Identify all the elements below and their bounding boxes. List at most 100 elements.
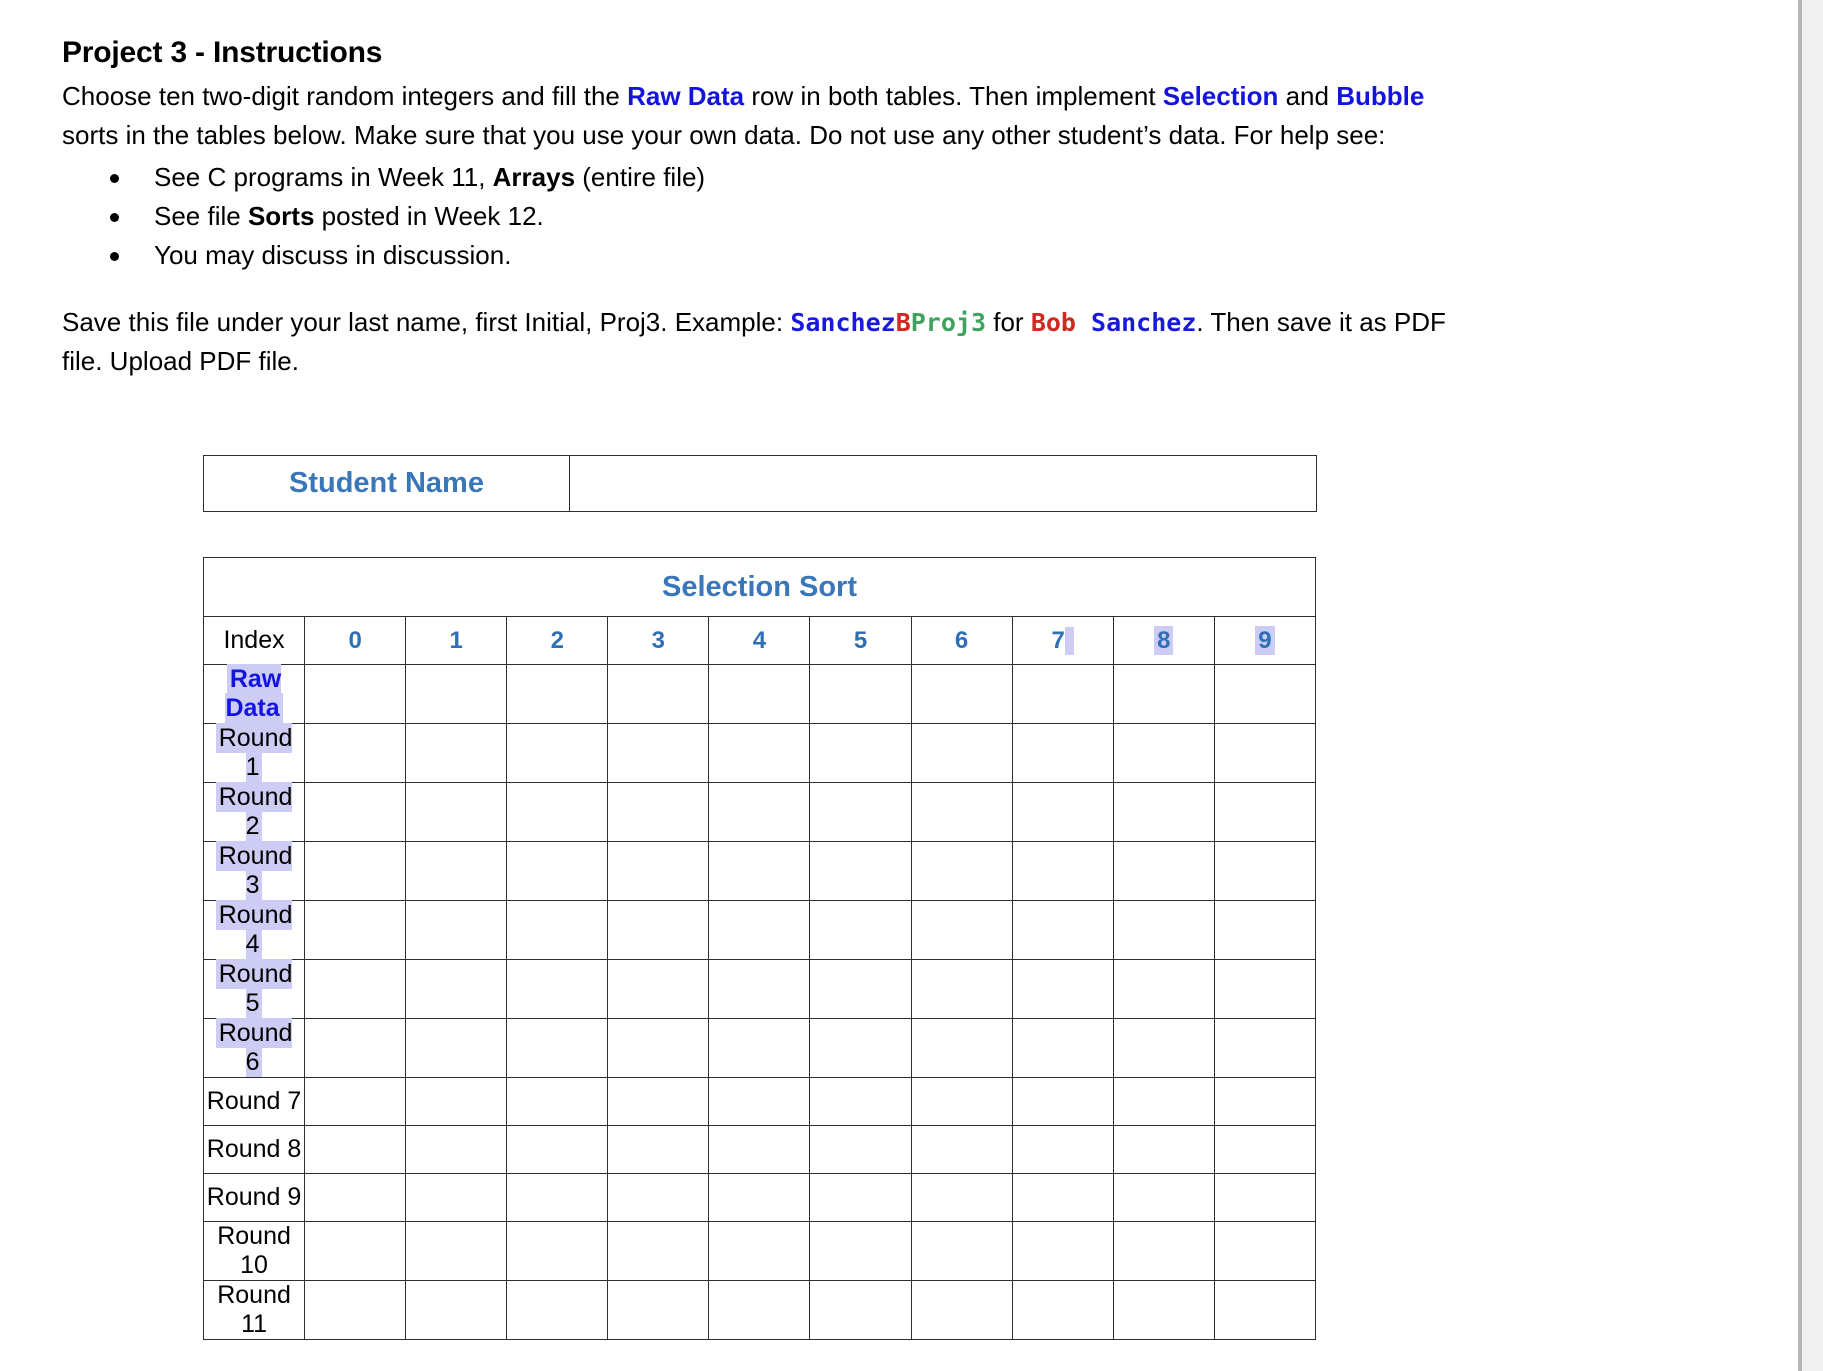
cell-round-5-2[interactable] (506, 959, 609, 1019)
cell-round-9-1[interactable] (405, 1173, 508, 1222)
cell-round-2-8[interactable] (1112, 782, 1215, 842)
cell-round-2-9[interactable] (1213, 782, 1317, 842)
cell-round-5-6[interactable] (910, 959, 1013, 1019)
cell-round-3-4[interactable] (708, 841, 811, 901)
cell-round-2-2[interactable] (506, 782, 609, 842)
vertical-scrollbar[interactable] (1802, 0, 1823, 1371)
cell-round-10-3[interactable] (607, 1221, 710, 1281)
document-page[interactable]: Project 3 - Instructions Choose ten two-… (0, 0, 1798, 1371)
cell-round-7-9[interactable] (1213, 1077, 1317, 1126)
cell-raw-data-3[interactable] (607, 664, 710, 724)
cell-round-5-8[interactable] (1112, 959, 1215, 1019)
cell-round-10-0[interactable] (304, 1221, 407, 1281)
cell-round-10-6[interactable] (910, 1221, 1013, 1281)
cell-round-4-5[interactable] (809, 900, 912, 960)
cell-round-7-6[interactable] (910, 1077, 1013, 1126)
cell-round-10-9[interactable] (1213, 1221, 1317, 1281)
cell-round-10-8[interactable] (1112, 1221, 1215, 1281)
cell-round-8-9[interactable] (1213, 1125, 1317, 1174)
cell-round-9-9[interactable] (1213, 1173, 1317, 1222)
cell-raw-data-1[interactable] (405, 664, 508, 724)
cell-round-10-7[interactable] (1011, 1221, 1114, 1281)
cell-raw-data-5[interactable] (809, 664, 912, 724)
cell-round-1-1[interactable] (405, 723, 508, 783)
cell-round-4-9[interactable] (1213, 900, 1317, 960)
cell-round-10-4[interactable] (708, 1221, 811, 1281)
cell-round-1-9[interactable] (1213, 723, 1317, 783)
cell-round-3-3[interactable] (607, 841, 710, 901)
cell-round-5-0[interactable] (304, 959, 407, 1019)
cell-round-11-1[interactable] (405, 1280, 508, 1340)
cell-round-1-7[interactable] (1011, 723, 1114, 783)
cell-round-5-9[interactable] (1213, 959, 1317, 1019)
cell-round-9-6[interactable] (910, 1173, 1013, 1222)
cell-round-10-2[interactable] (506, 1221, 609, 1281)
cell-round-11-6[interactable] (910, 1280, 1013, 1340)
cell-round-2-3[interactable] (607, 782, 710, 842)
cell-round-3-1[interactable] (405, 841, 508, 901)
student-name-input-cell[interactable] (569, 455, 1317, 512)
cell-round-7-3[interactable] (607, 1077, 710, 1126)
cell-round-9-0[interactable] (304, 1173, 407, 1222)
cell-round-11-0[interactable] (304, 1280, 407, 1340)
cell-round-1-5[interactable] (809, 723, 912, 783)
cell-round-2-6[interactable] (910, 782, 1013, 842)
cell-raw-data-4[interactable] (708, 664, 811, 724)
cell-raw-data-2[interactable] (506, 664, 609, 724)
cell-round-3-9[interactable] (1213, 841, 1317, 901)
cell-raw-data-8[interactable] (1112, 664, 1215, 724)
cell-round-9-8[interactable] (1112, 1173, 1215, 1222)
cell-round-6-7[interactable] (1011, 1018, 1114, 1078)
cell-round-3-5[interactable] (809, 841, 912, 901)
cell-round-3-2[interactable] (506, 841, 609, 901)
cell-round-7-5[interactable] (809, 1077, 912, 1126)
cell-round-4-4[interactable] (708, 900, 811, 960)
cell-round-2-0[interactable] (304, 782, 407, 842)
cell-round-2-4[interactable] (708, 782, 811, 842)
cell-round-3-6[interactable] (910, 841, 1013, 901)
cell-round-9-5[interactable] (809, 1173, 912, 1222)
cell-round-7-2[interactable] (506, 1077, 609, 1126)
cell-round-5-7[interactable] (1011, 959, 1114, 1019)
cell-round-6-1[interactable] (405, 1018, 508, 1078)
cell-round-2-7[interactable] (1011, 782, 1114, 842)
cell-round-2-5[interactable] (809, 782, 912, 842)
cell-round-6-6[interactable] (910, 1018, 1013, 1078)
cell-round-7-1[interactable] (405, 1077, 508, 1126)
cell-round-9-2[interactable] (506, 1173, 609, 1222)
cell-round-6-4[interactable] (708, 1018, 811, 1078)
cell-round-9-7[interactable] (1011, 1173, 1114, 1222)
cell-round-4-3[interactable] (607, 900, 710, 960)
cell-round-1-6[interactable] (910, 723, 1013, 783)
cell-round-1-3[interactable] (607, 723, 710, 783)
cell-round-6-0[interactable] (304, 1018, 407, 1078)
cell-round-1-2[interactable] (506, 723, 609, 783)
cell-round-8-7[interactable] (1011, 1125, 1114, 1174)
cell-round-8-6[interactable] (910, 1125, 1013, 1174)
cell-round-4-0[interactable] (304, 900, 407, 960)
cell-round-8-5[interactable] (809, 1125, 912, 1174)
cell-round-7-7[interactable] (1011, 1077, 1114, 1126)
cell-round-7-0[interactable] (304, 1077, 407, 1126)
cell-round-6-8[interactable] (1112, 1018, 1215, 1078)
cell-round-11-3[interactable] (607, 1280, 710, 1340)
cell-round-8-2[interactable] (506, 1125, 609, 1174)
cell-raw-data-7[interactable] (1011, 664, 1114, 724)
cell-round-6-3[interactable] (607, 1018, 710, 1078)
cell-round-4-2[interactable] (506, 900, 609, 960)
cell-round-4-7[interactable] (1011, 900, 1114, 960)
cell-round-3-7[interactable] (1011, 841, 1114, 901)
cell-round-9-4[interactable] (708, 1173, 811, 1222)
cell-round-10-1[interactable] (405, 1221, 508, 1281)
cell-raw-data-9[interactable] (1213, 664, 1317, 724)
cell-round-4-1[interactable] (405, 900, 508, 960)
cell-round-11-7[interactable] (1011, 1280, 1114, 1340)
cell-round-11-4[interactable] (708, 1280, 811, 1340)
cell-round-6-9[interactable] (1213, 1018, 1317, 1078)
cell-round-11-8[interactable] (1112, 1280, 1215, 1340)
cell-round-11-5[interactable] (809, 1280, 912, 1340)
cell-round-2-1[interactable] (405, 782, 508, 842)
cell-round-5-5[interactable] (809, 959, 912, 1019)
cell-round-3-8[interactable] (1112, 841, 1215, 901)
cell-round-8-0[interactable] (304, 1125, 407, 1174)
